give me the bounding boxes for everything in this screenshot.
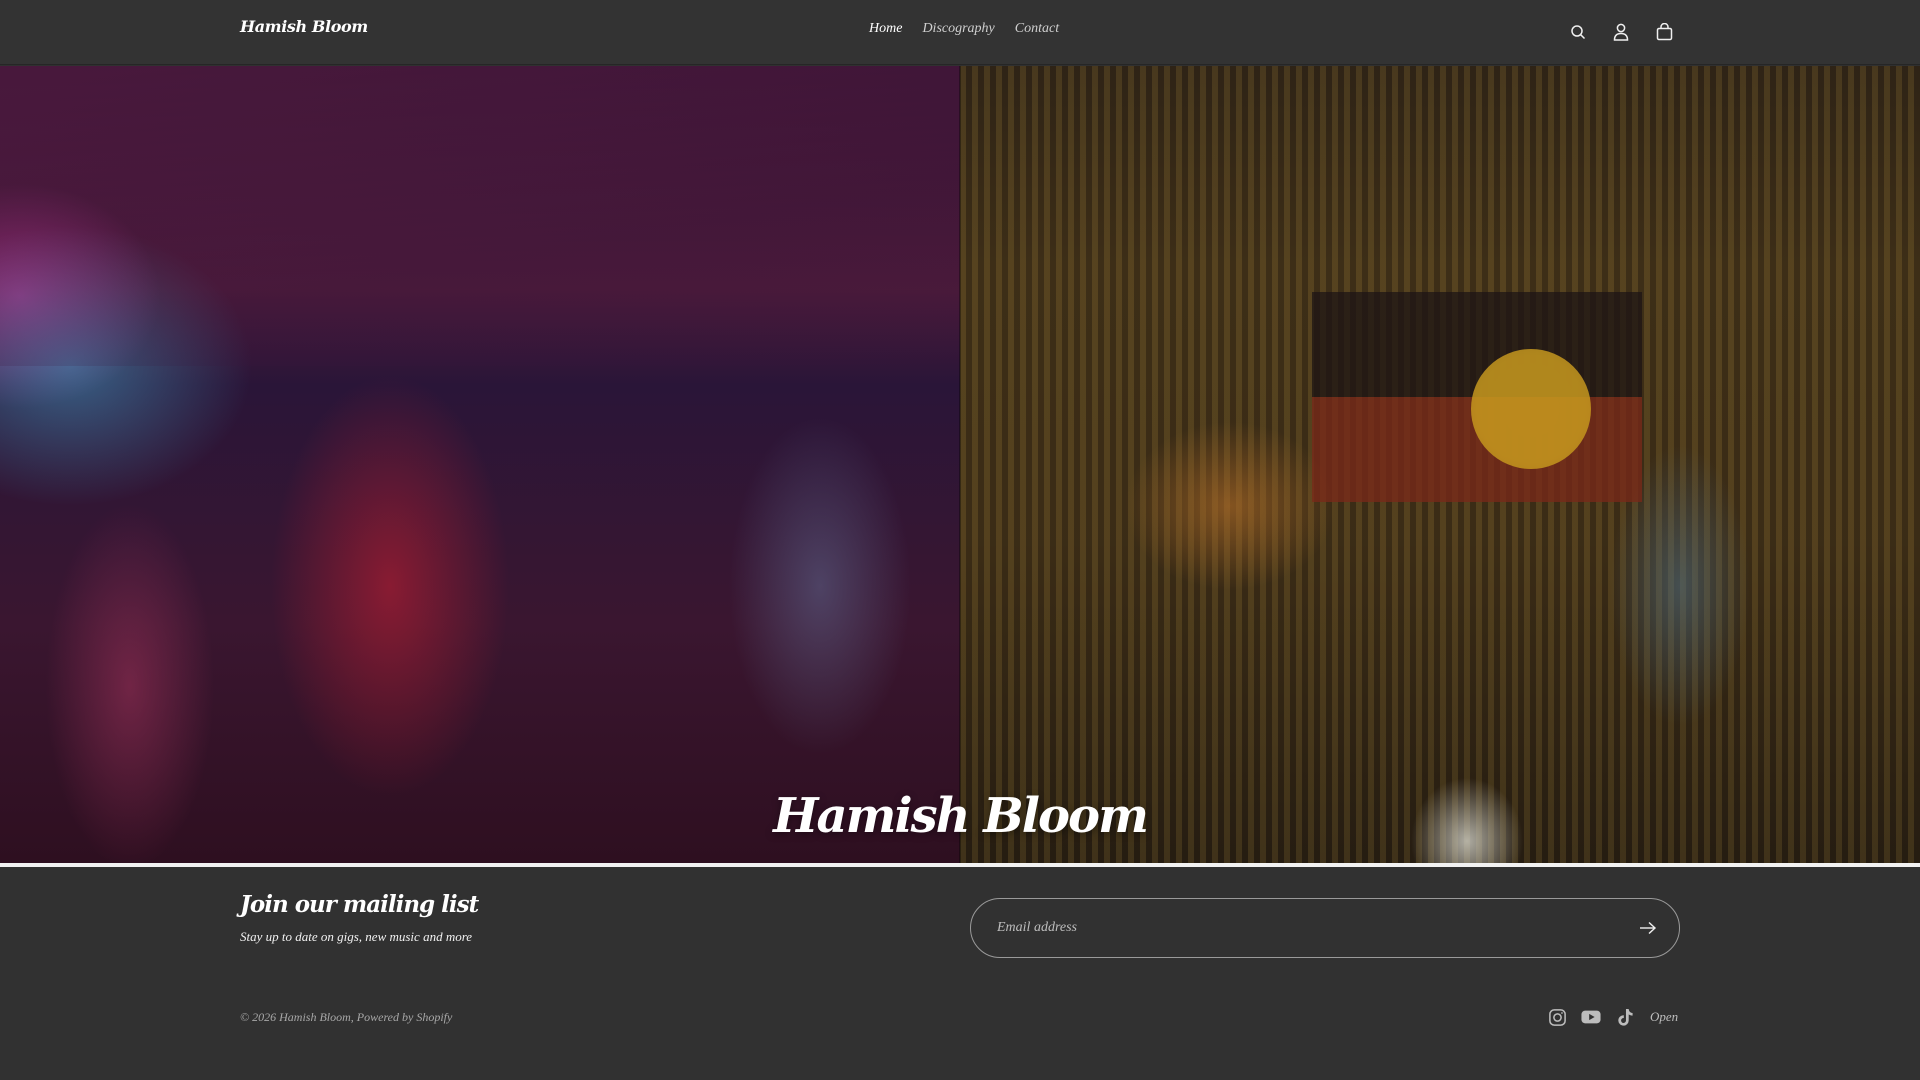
hero-photo-left — [0, 66, 960, 863]
email-input[interactable] — [997, 899, 1597, 957]
nav-contact[interactable]: Contact — [1015, 21, 1059, 37]
account-icon[interactable] — [1611, 22, 1631, 42]
powered-by-link[interactable]: Powered by Shopify — [357, 1010, 453, 1024]
mailing-list-subheading: Stay up to date on gigs, new music and m… — [240, 929, 473, 944]
search-icon[interactable] — [1568, 22, 1588, 42]
hero-title: Hamish Bloom — [773, 788, 1149, 844]
nav-home[interactable]: Home — [869, 21, 902, 37]
youtube-icon[interactable] — [1581, 1007, 1601, 1027]
main-nav: Home Discography Contact — [869, 21, 1059, 37]
copyright-prefix: © 2026 — [240, 1010, 280, 1024]
copyright: © 2026 Hamish Bloom, Powered by Shopify — [240, 1010, 452, 1025]
open-button[interactable]: Open — [1650, 1007, 1678, 1027]
site-footer: Join our mailing list Stay up to date on… — [0, 867, 1920, 1080]
hero-photo-right-flag-sun — [1471, 349, 1591, 469]
hero-divider — [959, 66, 961, 863]
email-signup-form — [970, 898, 1680, 958]
tiktok-icon[interactable] — [1615, 1007, 1635, 1027]
brand-logo[interactable]: Hamish Bloom — [240, 17, 368, 36]
cart-icon[interactable] — [1654, 22, 1674, 42]
site-header: Hamish Bloom Home Discography Contact — [0, 0, 1920, 65]
arrow-right-icon[interactable] — [1637, 918, 1659, 938]
mailing-list-heading: Join our mailing list — [240, 891, 479, 918]
instagram-icon[interactable] — [1547, 1007, 1567, 1027]
hero-photo-left-ceiling — [0, 66, 960, 366]
hero-banner: Hamish Bloom — [0, 66, 1920, 863]
hero-photo-right — [960, 66, 1920, 863]
nav-discography[interactable]: Discography — [922, 21, 994, 37]
header-icons — [1568, 22, 1674, 42]
social-links: Open — [1547, 1007, 1678, 1027]
copyright-brand-link[interactable]: Hamish Bloom — [279, 1010, 351, 1024]
